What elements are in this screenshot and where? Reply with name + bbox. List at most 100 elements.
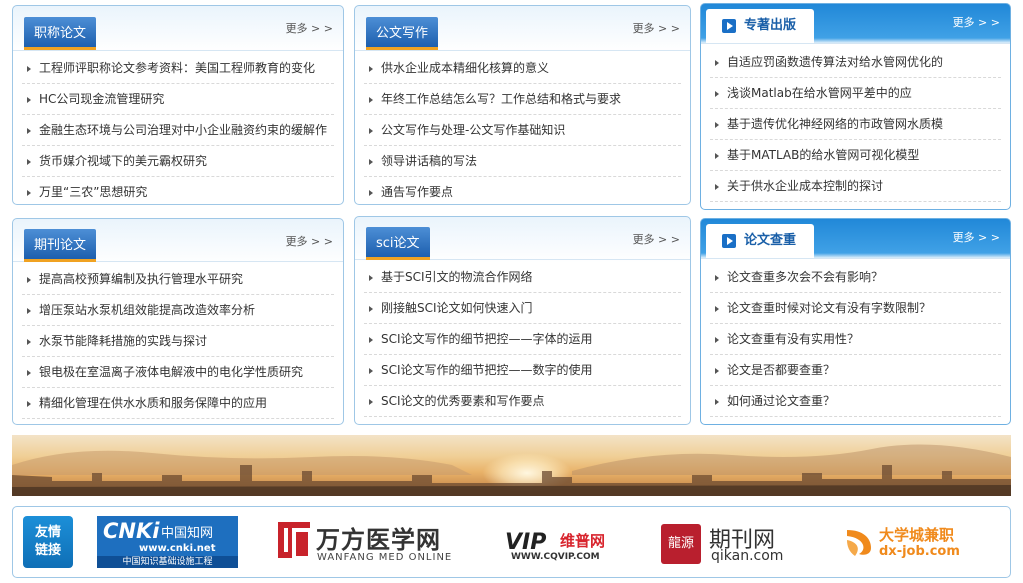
more-link[interactable]: 更多 > > <box>633 231 680 247</box>
article-link[interactable]: 供水企业成本精细化核算的意义 <box>381 61 549 75</box>
list-item: 水泵节能降耗措施的实践与探讨 <box>22 326 334 357</box>
wanfang-subtitle: WANFANG MED ONLINE <box>317 552 453 563</box>
wanfang-icon <box>278 522 312 560</box>
label-line: 友情 <box>34 525 61 540</box>
article-link[interactable]: SCI论文写作的细节把控——数字的使用 <box>381 363 593 377</box>
panel-zhicheng: 职称论文 更多 > > 工程师评职称论文参考资料：美国工程师教育的变化 HC公司… <box>12 5 344 205</box>
panel-zhuanzhu: 专著出版 更多 > > 自适应罚函数遗传算法对给水管网优化的 浅谈Matlab在… <box>700 3 1011 210</box>
tab-sci[interactable]: sci论文 <box>366 227 430 260</box>
play-icon <box>722 19 736 33</box>
article-link[interactable]: 年终工作总结怎么写？工作总结和格式与要求 <box>381 92 621 106</box>
tab-zhicheng[interactable]: 职称论文 <box>24 17 97 50</box>
tab-gongwen[interactable]: 公文写作 <box>366 17 439 50</box>
list-item: 银电极在室温离子液体电解液中的电化学性质研究 <box>22 357 334 388</box>
friendly-links-label: 友情 链接 <box>23 516 73 568</box>
article-link[interactable]: 银电极在室温离子液体电解液中的电化学性质研究 <box>39 365 303 379</box>
article-list: 自适应罚函数遗传算法对给水管网优化的 浅谈Matlab在给水管网平差中的应 基于… <box>710 47 1001 202</box>
label-line: 链接 <box>34 543 61 558</box>
article-link[interactable]: HC公司现金流管理研究 <box>39 92 164 106</box>
more-link[interactable]: 更多 > > <box>953 229 1000 245</box>
article-link[interactable]: 提高高校预算编制及执行管理水平研究 <box>39 272 243 286</box>
article-list: 基于SCI引文的物流合作网络 刚接触SCI论文如何快速入门 SCI论文写作的细节… <box>364 262 681 417</box>
list-item: 提高高校预算编制及执行管理水平研究 <box>22 264 334 295</box>
city-skyline-banner <box>12 435 1011 496</box>
friendly-links: 友情 链接 CNKi 中国知网 www.cnki.net 中国知识基础设施工程 … <box>12 506 1011 578</box>
article-link[interactable]: 论文查重多次会不会有影响？ <box>727 270 883 284</box>
article-link[interactable]: 公文写作与处理-公文写作基础知识 <box>381 123 565 137</box>
article-link[interactable]: 精细化管理在供水水质和服务保障中的应用 <box>39 396 267 410</box>
more-link[interactable]: 更多 > > <box>286 233 333 249</box>
list-item: 基于遗传优化神经网络的市政管网水质模 <box>710 109 1001 140</box>
list-item: SCI论文写作的细节把控——字体的运用 <box>364 324 681 355</box>
list-item: 精细化管理在供水水质和服务保障中的应用 <box>22 388 334 419</box>
article-link[interactable]: 基于遗传优化神经网络的市政管网水质模 <box>727 117 943 131</box>
list-item: 论文查重时候对论文有没有字数限制？ <box>710 293 1001 324</box>
cnki-subtitle: 中国知识基础设施工程 <box>97 556 238 568</box>
list-item: SCI论文写作的细节把控——数字的使用 <box>364 355 681 386</box>
article-link[interactable]: SCI论文的优秀要素和写作要点 <box>381 394 545 408</box>
article-list: 供水企业成本精细化核算的意义 年终工作总结怎么写？工作总结和格式与要求 公文写作… <box>364 53 681 204</box>
article-link[interactable]: 自适应罚函数遗传算法对给水管网优化的 <box>727 55 943 69</box>
list-item: 增压泵站水泵机组效能提高改造效率分析 <box>22 295 334 326</box>
article-link[interactable]: 金融生态环境与公司治理对中小企业融资约束的缓解作 <box>39 123 327 137</box>
article-link[interactable]: 通告写作要点 <box>381 185 453 199</box>
article-link[interactable]: SCI论文写作的细节把控——字体的运用 <box>381 332 593 346</box>
article-link[interactable]: 货币媒介视域下的美元霸权研究 <box>39 154 207 168</box>
article-link[interactable]: 浅谈Matlab在给水管网平差中的应 <box>727 86 912 100</box>
tab-label: 论文查重 <box>744 233 797 248</box>
list-item: 基于MATLAB的给水管网可视化模型 <box>710 140 1001 171</box>
list-item: 如何通过论文查重？ <box>710 386 1001 417</box>
dx-job-url: dx-job.com <box>879 544 960 559</box>
article-link[interactable]: 论文查重有没有实用性？ <box>727 332 859 346</box>
cnki-logo-link[interactable]: CNKi 中国知网 www.cnki.net 中国知识基础设施工程 <box>97 516 238 568</box>
qikan-logo-link[interactable]: 龍源 期刊网 qikan.com <box>658 516 793 568</box>
article-link[interactable]: 基于SCI引文的物流合作网络 <box>381 270 533 284</box>
list-item: 论文查重多次会不会有影响？ <box>710 262 1001 293</box>
dx-job-logo-link[interactable]: 大学城兼职 dx-job.com <box>841 516 986 568</box>
list-item: 万里“三农”思想研究 <box>22 177 334 204</box>
panel-chachong: 论文查重 更多 > > 论文查重多次会不会有影响？ 论文查重时候对论文有没有字数… <box>700 218 1011 425</box>
article-link[interactable]: 水泵节能降耗措施的实践与探讨 <box>39 334 207 348</box>
list-item: 刚接触SCI论文如何快速入门 <box>364 293 681 324</box>
vip-logo-link[interactable]: VIP 维普网 WWW.CQVIP.COM <box>503 516 623 568</box>
article-link[interactable]: 论文查重时候对论文有没有字数限制？ <box>727 301 931 315</box>
list-item: 供水企业成本精细化核算的意义 <box>364 53 681 84</box>
vip-url: WWW.CQVIP.COM <box>511 552 600 562</box>
article-link[interactable]: 工程师评职称论文参考资料：美国工程师教育的变化 <box>39 61 315 75</box>
article-link[interactable]: 关于供水企业成本控制的探讨 <box>727 179 883 193</box>
article-list: 提高高校预算编制及执行管理水平研究 增压泵站水泵机组效能提高改造效率分析 水泵节… <box>22 264 334 419</box>
wanfang-name: 万方医学网 <box>316 526 441 554</box>
list-item: 公文写作与处理-公文写作基础知识 <box>364 115 681 146</box>
tab-qikan[interactable]: 期刊论文 <box>24 229 97 262</box>
tab-zhuanzhu[interactable]: 专著出版 <box>706 9 815 43</box>
article-link[interactable]: 如何通过论文查重？ <box>727 394 835 408</box>
article-link[interactable]: 基于MATLAB的给水管网可视化模型 <box>727 148 919 162</box>
vip-name: 维普网 <box>560 532 606 550</box>
article-link[interactable]: 刚接触SCI论文如何快速入门 <box>381 301 533 315</box>
list-item: 工程师评职称论文参考资料：美国工程师教育的变化 <box>22 53 334 84</box>
panel-qikan: 期刊论文 更多 > > 提高高校预算编制及执行管理水平研究 增压泵站水泵机组效能… <box>12 218 344 425</box>
wanfang-logo-link[interactable]: 万方医学网 WANFANG MED ONLINE <box>275 516 455 568</box>
more-link[interactable]: 更多 > > <box>286 20 333 36</box>
more-link[interactable]: 更多 > > <box>633 20 680 36</box>
list-item: 货币媒介视域下的美元霸权研究 <box>22 146 334 177</box>
list-item: 浅谈Matlab在给水管网平差中的应 <box>710 78 1001 109</box>
article-list: 论文查重多次会不会有影响？ 论文查重时候对论文有没有字数限制？ 论文查重有没有实… <box>710 262 1001 417</box>
article-link[interactable]: 万里“三农”思想研究 <box>39 185 147 199</box>
article-link[interactable]: 领导讲话稿的写法 <box>381 154 477 168</box>
panel-gongwen: 公文写作 更多 > > 供水企业成本精细化核算的意义 年终工作总结怎么写？工作总… <box>354 5 691 205</box>
qikan-url: qikan.com <box>711 548 784 564</box>
list-item: 基于SCI引文的物流合作网络 <box>364 262 681 293</box>
panel-header: sci论文 更多 > > <box>355 217 690 260</box>
cnki-name: 中国知网 <box>161 526 214 541</box>
list-item: 论文是否都要查重？ <box>710 355 1001 386</box>
article-link[interactable]: 增压泵站水泵机组效能提高改造效率分析 <box>39 303 255 317</box>
list-item: HC公司现金流管理研究 <box>22 84 334 115</box>
tab-chachong[interactable]: 论文查重 <box>706 224 815 258</box>
list-item: 自适应罚函数遗传算法对给水管网优化的 <box>710 47 1001 78</box>
list-item: 通告写作要点 <box>364 177 681 204</box>
article-list: 工程师评职称论文参考资料：美国工程师教育的变化 HC公司现金流管理研究 金融生态… <box>22 53 334 204</box>
panel-header: 论文查重 更多 > > <box>701 219 1010 259</box>
article-link[interactable]: 论文是否都要查重？ <box>727 363 835 377</box>
more-link[interactable]: 更多 > > <box>953 14 1000 30</box>
